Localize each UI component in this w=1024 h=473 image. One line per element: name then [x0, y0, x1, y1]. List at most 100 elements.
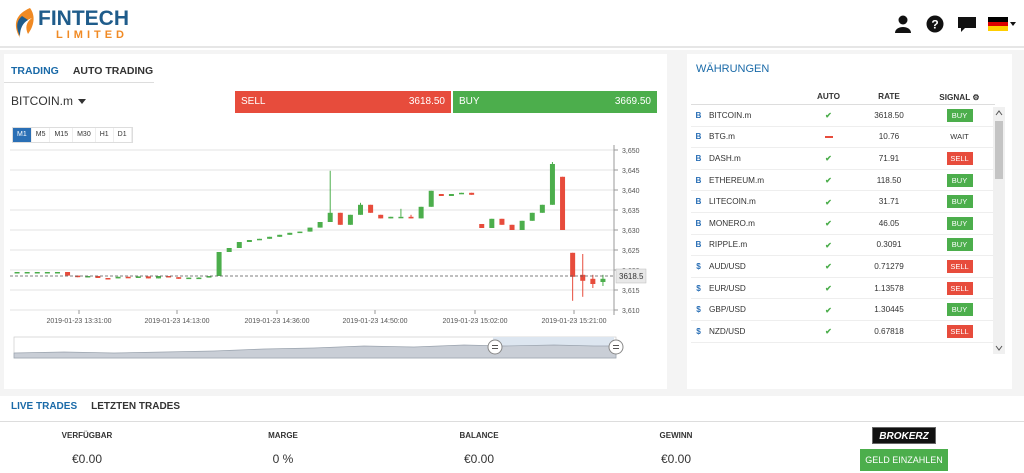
table-row[interactable]: B RIPPLE.m ✔ 0.3091 BUY: [691, 235, 995, 257]
check-icon: ✔: [825, 176, 832, 186]
language-flag-de-icon[interactable]: [988, 15, 1018, 33]
auto-cell: ✔: [803, 175, 854, 185]
check-icon: ✔: [825, 219, 832, 229]
scroll-down-icon[interactable]: [993, 343, 1005, 353]
table-row[interactable]: B LITECOIN.m ✔ 31.71 BUY: [691, 191, 995, 213]
candle-body: [176, 277, 182, 279]
table-row[interactable]: B MONERO.m ✔ 46.05 BUY: [691, 213, 995, 235]
x-tick-label: 2019-01-23 14:50:00: [343, 318, 408, 325]
auto-cell: ✔: [803, 197, 854, 207]
signal-badge: BUY: [946, 108, 973, 122]
col-auto-header: AUTO: [816, 92, 841, 101]
candle-body: [479, 224, 485, 228]
sell-button[interactable]: SELL 3618.50: [235, 91, 451, 113]
candle-body: [327, 212, 333, 222]
signal-badge: BUY: [946, 303, 973, 317]
help-icon[interactable]: ?: [924, 13, 946, 35]
auto-cell: ✔: [803, 261, 854, 271]
stat-value: 0 %: [272, 452, 294, 466]
rate-cell: 31.71: [878, 197, 900, 207]
tab-underline: [4, 82, 154, 83]
col-signal-header[interactable]: SIGNAL ⚙: [924, 92, 995, 102]
candle-body: [54, 272, 60, 274]
deposit-button[interactable]: GELD EINZAHLEN: [860, 449, 948, 471]
symbol-label: BITCOIN.m: [11, 94, 73, 108]
signal-badge: SELL: [946, 259, 973, 273]
table-row[interactable]: $ GBP/USD ✔ 1.30445 BUY: [691, 299, 995, 321]
table-row[interactable]: B BTG.m 10.76 WAIT: [691, 127, 995, 149]
auto-cell: ✔: [803, 218, 854, 228]
user-icon[interactable]: [892, 13, 914, 35]
candle-body: [246, 240, 252, 242]
tab-live-trades[interactable]: LIVE TRADES: [4, 396, 84, 417]
navigator-handle[interactable]: [608, 339, 624, 355]
signal-cell: SELL: [924, 259, 995, 273]
col-rate-header: RATE: [878, 92, 900, 101]
navigator-handle[interactable]: [487, 339, 503, 355]
bitcoin-icon: B: [695, 240, 702, 250]
candle-body: [469, 192, 475, 195]
currency-name: LITECOIN.m: [709, 197, 756, 207]
candle-body: [428, 190, 434, 207]
fintech-logo[interactable]: FINTECH LIMITED: [8, 6, 148, 42]
sell-price: 3618.50: [408, 96, 445, 107]
auto-cell: ✔: [803, 110, 854, 120]
tab-trading[interactable]: TRADING: [4, 60, 66, 82]
candle-body: [347, 214, 353, 225]
chat-icon[interactable]: [956, 13, 978, 35]
auto-cell: ✔: [803, 283, 854, 293]
stat-verfuegbar: VERFÜGBAR €0.00: [12, 431, 162, 466]
y-tick-label: 3,615: [622, 288, 640, 295]
candle-body: [570, 252, 576, 277]
gear-icon[interactable]: ⚙: [972, 93, 979, 102]
candle-body: [297, 231, 303, 234]
candle-body: [307, 227, 313, 232]
signal-badge: SELL: [946, 281, 973, 295]
candle-body: [145, 276, 151, 279]
y-tick-label: 3,625: [622, 248, 640, 255]
currency-name-cell: $ EUR/USD: [691, 284, 803, 293]
candle-body: [398, 216, 404, 219]
table-row[interactable]: B BITCOIN.m ✔ 3618.50 BUY: [691, 105, 995, 127]
dollar-icon: $: [696, 261, 701, 271]
signal-badge: WAIT: [950, 132, 969, 142]
tab-auto-trading[interactable]: AUTO TRADING: [66, 60, 160, 82]
currency-name-cell: B RIPPLE.m: [691, 240, 803, 249]
rate-cell: 1.30445: [874, 305, 904, 315]
candle-body: [115, 276, 121, 279]
table-row[interactable]: $ AUD/USD ✔ 0.71279 SELL: [691, 256, 995, 278]
tab-letzten-trades[interactable]: LETZTEN TRADES: [84, 396, 187, 417]
table-row[interactable]: $ NZD/USD ✔ 0.67818 SELL: [691, 321, 995, 343]
bitcoin-icon: B: [695, 153, 702, 163]
chevron-down-icon: [1010, 22, 1016, 26]
price-chart[interactable]: 3,6503,6453,6403,6353,6303,6253,6203,615…: [4, 140, 667, 390]
table-row[interactable]: B ETHEREUM.m ✔ 118.50 BUY: [691, 170, 995, 192]
currency-name: DASH.m: [709, 153, 741, 163]
signal-header-label: SIGNAL: [939, 92, 971, 102]
current-price-label: 3618.5: [619, 272, 644, 281]
y-tick-label: 3,650: [622, 148, 640, 155]
currency-name: ETHEREUM.m: [709, 175, 765, 185]
candle-body: [135, 276, 141, 278]
symbol-selector[interactable]: BITCOIN.m: [11, 94, 86, 108]
bitcoin-icon: B: [695, 218, 702, 228]
candle-body: [337, 212, 343, 225]
y-tick-label: 3,640: [622, 188, 640, 195]
currency-name-cell: $ AUD/USD: [691, 262, 803, 271]
stat-value: €0.00: [660, 452, 692, 466]
check-icon: ✔: [825, 240, 832, 250]
table-row[interactable]: $ EUR/USD ✔ 1.13578 SELL: [691, 278, 995, 300]
candle-body: [267, 236, 273, 239]
rate-cell: 0.71279: [874, 261, 904, 271]
stat-marge: MARGE 0 %: [208, 431, 358, 466]
currencies-scrollbar[interactable]: [993, 107, 1005, 354]
buy-button[interactable]: BUY 3669.50: [453, 91, 657, 113]
candle-body: [600, 278, 606, 282]
scroll-up-icon[interactable]: [993, 108, 1005, 118]
table-row[interactable]: B DASH.m ✔ 71.91 SELL: [691, 148, 995, 170]
candle-body: [459, 192, 465, 195]
candle-body: [438, 194, 444, 196]
candle-body: [388, 216, 394, 219]
svg-text:?: ?: [931, 18, 938, 32]
scrollbar-thumb[interactable]: [995, 121, 1003, 179]
